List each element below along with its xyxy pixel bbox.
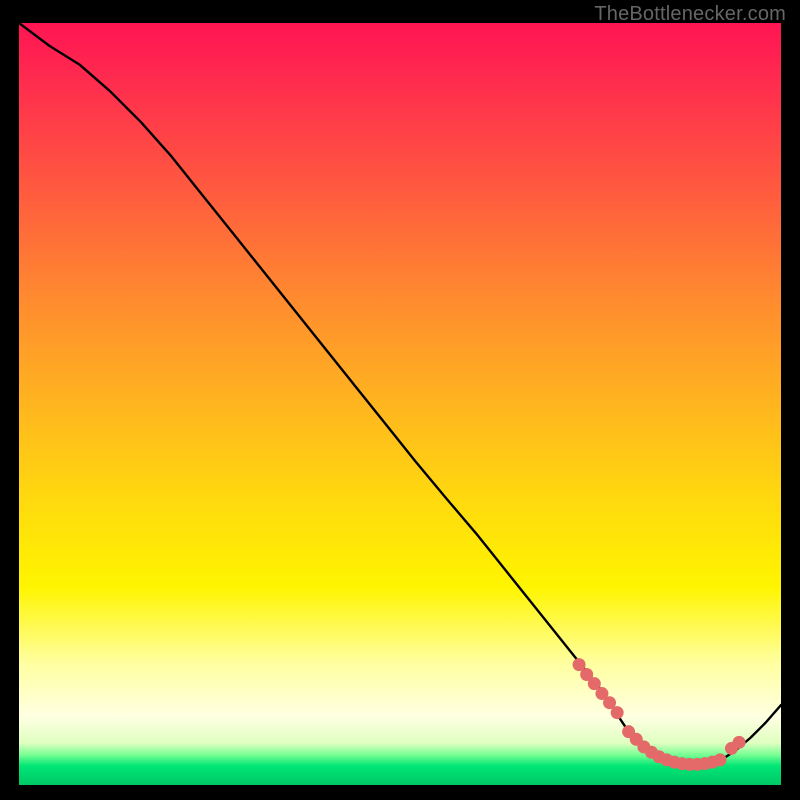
highlight-markers: [573, 658, 746, 771]
plot-area: [19, 23, 781, 785]
marker-point: [611, 706, 624, 719]
marker-point: [733, 736, 746, 749]
chart-svg: [19, 23, 781, 785]
bottleneck-curve: [19, 23, 781, 766]
chart-frame: TheBottlenecker.com: [0, 0, 800, 800]
marker-point: [714, 753, 727, 766]
watermark-text: TheBottlenecker.com: [594, 3, 786, 26]
